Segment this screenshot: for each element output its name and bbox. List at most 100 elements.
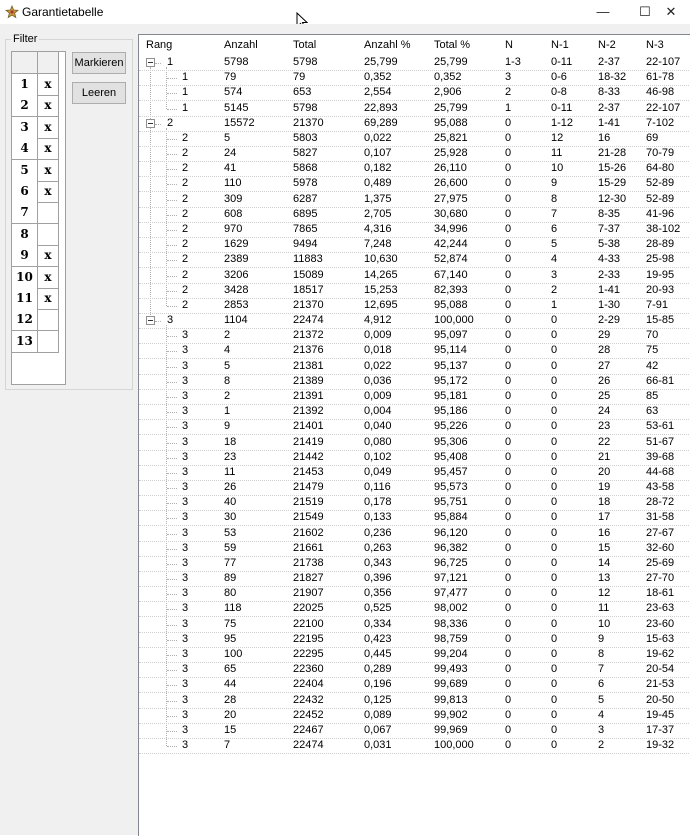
tree-child-row[interactable]: 2 5 5803 0,022 25,821 0 12 16 69 [139, 131, 690, 147]
tree-child-row[interactable]: 3 77 21738 0,343 96,725 0 0 14 25-69 [139, 556, 690, 572]
filter-row-mark[interactable]: x [38, 245, 59, 268]
filter-row[interactable]: 8 [12, 223, 65, 246]
filter-row-mark[interactable]: x [38, 159, 59, 182]
tree-child-row[interactable]: 1 79 79 0,352 0,352 3 0-6 18-32 61-78 [139, 70, 690, 87]
filter-row-mark[interactable]: x [38, 74, 59, 96]
column-header[interactable]: N [505, 39, 513, 54]
tree-child-row[interactable]: 3 18 21419 0,080 95,306 0 0 22 51-67 [139, 435, 690, 451]
tree-child-row[interactable]: 3 2 21372 0,009 95,097 0 0 29 70 [139, 328, 690, 345]
table-cell: 0,352 [434, 71, 462, 84]
filter-row-mark[interactable]: x [38, 266, 59, 289]
tree-child-row[interactable]: 3 89 21827 0,396 97,121 0 0 13 27-70 [139, 571, 690, 588]
tree-child-row[interactable]: 3 26 21479 0,116 95,573 0 0 19 43-58 [139, 480, 690, 497]
tree-connector-line [167, 138, 177, 140]
tree-child-row[interactable]: 2 2853 21370 12,695 95,088 0 1 1-30 7-91 [139, 298, 690, 314]
filter-row[interactable]: 9x [12, 245, 65, 268]
tree-child-row[interactable]: 3 23 21442 0,102 95,408 0 0 21 39-68 [139, 450, 690, 466]
filter-row-mark[interactable] [38, 330, 59, 353]
tree-child-row[interactable]: 2 3206 15089 14,265 67,140 0 3 2-33 19-95 [139, 268, 690, 284]
filter-row[interactable]: 2x [12, 95, 65, 118]
tree-child-row[interactable]: 2 1629 9494 7,248 42,244 0 5 5-38 28-89 [139, 237, 690, 254]
filter-row[interactable]: 7 [12, 202, 65, 225]
tree-child-row[interactable]: 3 44 22404 0,196 99,689 0 0 6 21-53 [139, 677, 690, 694]
tree-child-row[interactable]: 3 30 21549 0,133 95,884 0 0 17 31-58 [139, 510, 690, 527]
filter-row-mark[interactable]: x [38, 138, 59, 161]
column-header[interactable]: Anzahl % [364, 39, 410, 54]
tree-child-row[interactable]: 3 53 21602 0,236 96,120 0 0 16 27-67 [139, 526, 690, 542]
table-cell: 0 [551, 556, 558, 569]
tree-child-row[interactable]: 3 1 21392 0,004 95,186 0 0 24 63 [139, 404, 690, 421]
filter-row[interactable]: 13 [12, 330, 65, 353]
table-cell: 0 [505, 238, 512, 251]
filter-row[interactable]: 3x [12, 116, 65, 139]
column-header[interactable]: N-1 [551, 39, 569, 54]
tree-child-row[interactable]: 3 95 22195 0,423 98,759 0 0 9 15-63 [139, 632, 690, 648]
table-cell: 75 [646, 344, 659, 357]
table-cell: 22467 [293, 723, 324, 736]
tree-child-row[interactable]: 3 20 22452 0,089 99,902 0 0 4 19-45 [139, 708, 690, 724]
tree-child-row[interactable]: 3 15 22467 0,067 99,969 0 0 3 17-37 [139, 723, 690, 739]
tree-child-row[interactable]: 1 5145 5798 22,893 25,799 1 0-11 2-37 22-107 [139, 101, 690, 117]
tree-child-row[interactable]: 1 574 653 2,554 2,906 2 0-8 8-33 46-98 [139, 85, 690, 102]
column-header[interactable]: Anzahl [224, 39, 258, 54]
tree-child-row[interactable]: 3 118 22025 0,525 98,002 0 0 11 23-63 [139, 601, 690, 618]
table-cell: 95,306 [434, 435, 468, 448]
tree-child-row[interactable]: 3 75 22100 0,334 98,336 0 0 10 23-60 [139, 617, 690, 633]
minimize-button[interactable]: — [580, 0, 626, 24]
column-header[interactable]: N-2 [598, 39, 616, 54]
tree-child-row[interactable]: 3 11 21453 0,049 95,457 0 0 20 44-68 [139, 465, 690, 481]
filter-row[interactable]: 11 x [12, 288, 65, 310]
tree-child-row[interactable]: 3 59 21661 0,263 96,382 0 0 15 32-60 [139, 541, 690, 557]
tree-child-row[interactable]: 2 2389 11883 10,630 52,874 0 4 4-33 25-98 [139, 252, 690, 269]
tree-child-row[interactable]: 3 100 22295 0,445 99,204 0 0 8 19-62 [139, 647, 690, 664]
table-cell: 0 [505, 116, 512, 129]
filter-row-mark[interactable] [38, 309, 59, 332]
table-cell: 24 [224, 147, 237, 160]
close-button[interactable]: ✕ [648, 0, 690, 24]
tree-child-row[interactable]: 3 2 21391 0,009 95,181 0 0 25 85 [139, 389, 690, 405]
collapse-toggle-icon[interactable] [146, 58, 155, 67]
tree-child-row[interactable]: 2 970 7865 4,316 34,996 0 6 7-37 38-102 [139, 222, 690, 238]
tree-child-row[interactable]: 3 7 22474 0,031 100,000 0 0 2 19-32 [139, 738, 690, 755]
tree-child-row[interactable]: 3 40 21519 0,178 95,751 0 0 18 28-72 [139, 495, 690, 512]
column-header[interactable]: Total [293, 39, 316, 54]
mark-button[interactable]: Markieren [72, 52, 126, 74]
guarantee-tree-table[interactable]: Rang Anzahl Total Anzahl % Total % N N-1 N-2 N-3… [138, 34, 690, 836]
tree-group-row[interactable]: 2 15572 21370 69,289 95,088 0 1-12 1-41 7-102 [139, 116, 690, 132]
tree-child-row[interactable]: 3 9 21401 0,040 95,226 0 0 23 53-61 [139, 419, 690, 436]
tree-child-row[interactable]: 3 28 22432 0,125 99,813 0 0 5 20-50 [139, 693, 690, 709]
filter-row[interactable]: 4x [12, 138, 65, 161]
tree-child-row[interactable]: 2 309 6287 1,375 27,975 0 8 12-30 52-89 [139, 192, 690, 208]
tree-child-row[interactable]: 3 5 21381 0,022 95,137 0 0 27 42 [139, 359, 690, 375]
clear-button[interactable]: Leeren [72, 82, 126, 104]
filter-row-mark[interactable]: x [38, 95, 59, 118]
tree-child-row[interactable]: 2 608 6895 2,705 30,680 0 7 8-35 41-96 [139, 207, 690, 223]
tree-child-row[interactable]: 2 41 5868 0,182 26,110 0 10 15-26 64-80 [139, 161, 690, 178]
filter-row[interactable]: 5x [12, 159, 65, 182]
filter-row[interactable]: 1x [12, 74, 65, 96]
tree-group-row[interactable]: 1 5798 5798 25,799 25,799 1-3 0-11 2-37 22-107 [139, 55, 690, 71]
filter-row-mark[interactable]: x [38, 116, 59, 139]
filter-row-mark[interactable] [38, 202, 59, 225]
tree-child-row[interactable]: 3 4 21376 0,018 95,114 0 0 28 75 [139, 343, 690, 360]
collapse-toggle-icon[interactable] [146, 316, 155, 326]
filter-row[interactable]: 10 x [12, 266, 65, 289]
filter-row[interactable]: 6x [12, 181, 65, 203]
collapse-toggle-icon[interactable] [146, 118, 155, 128]
column-header[interactable]: N-3 [646, 39, 664, 54]
filter-row[interactable]: 12 [12, 309, 65, 332]
tree-child-row[interactable]: 3 80 21907 0,356 97,477 0 0 12 18-61 [139, 586, 690, 603]
tree-group-row[interactable]: 3 1104 22474 4,912 100,000 0 0 2-29 15-85 [139, 313, 690, 330]
tree-child-row[interactable]: 2 24 5827 0,107 25,928 0 11 21-28 70-79 [139, 146, 690, 163]
filter-row-mark[interactable]: x [38, 181, 59, 203]
tree-child-row[interactable]: 3 8 21389 0,036 95,172 0 0 26 66-81 [139, 374, 690, 390]
tree-child-row[interactable]: 3 65 22360 0,289 99,493 0 0 7 20-54 [139, 662, 690, 679]
filter-row-mark[interactable] [38, 223, 59, 246]
tree-child-row[interactable]: 2 110 5978 0,489 26,600 0 9 15-29 52-89 [139, 176, 690, 193]
filter-grid[interactable]: 1 x 2 x 3 x 4 x 5 x 6 x 7 8 9 x 10 x 11 x 12 13 [11, 51, 66, 385]
column-header[interactable]: Rang [146, 39, 172, 54]
table-cell: 26,600 [434, 177, 468, 190]
column-header[interactable]: Total % [434, 39, 470, 54]
filter-row-mark[interactable]: x [38, 288, 59, 310]
tree-child-row[interactable]: 2 3428 18517 15,253 82,393 0 2 1-41 20-93 [139, 283, 690, 299]
